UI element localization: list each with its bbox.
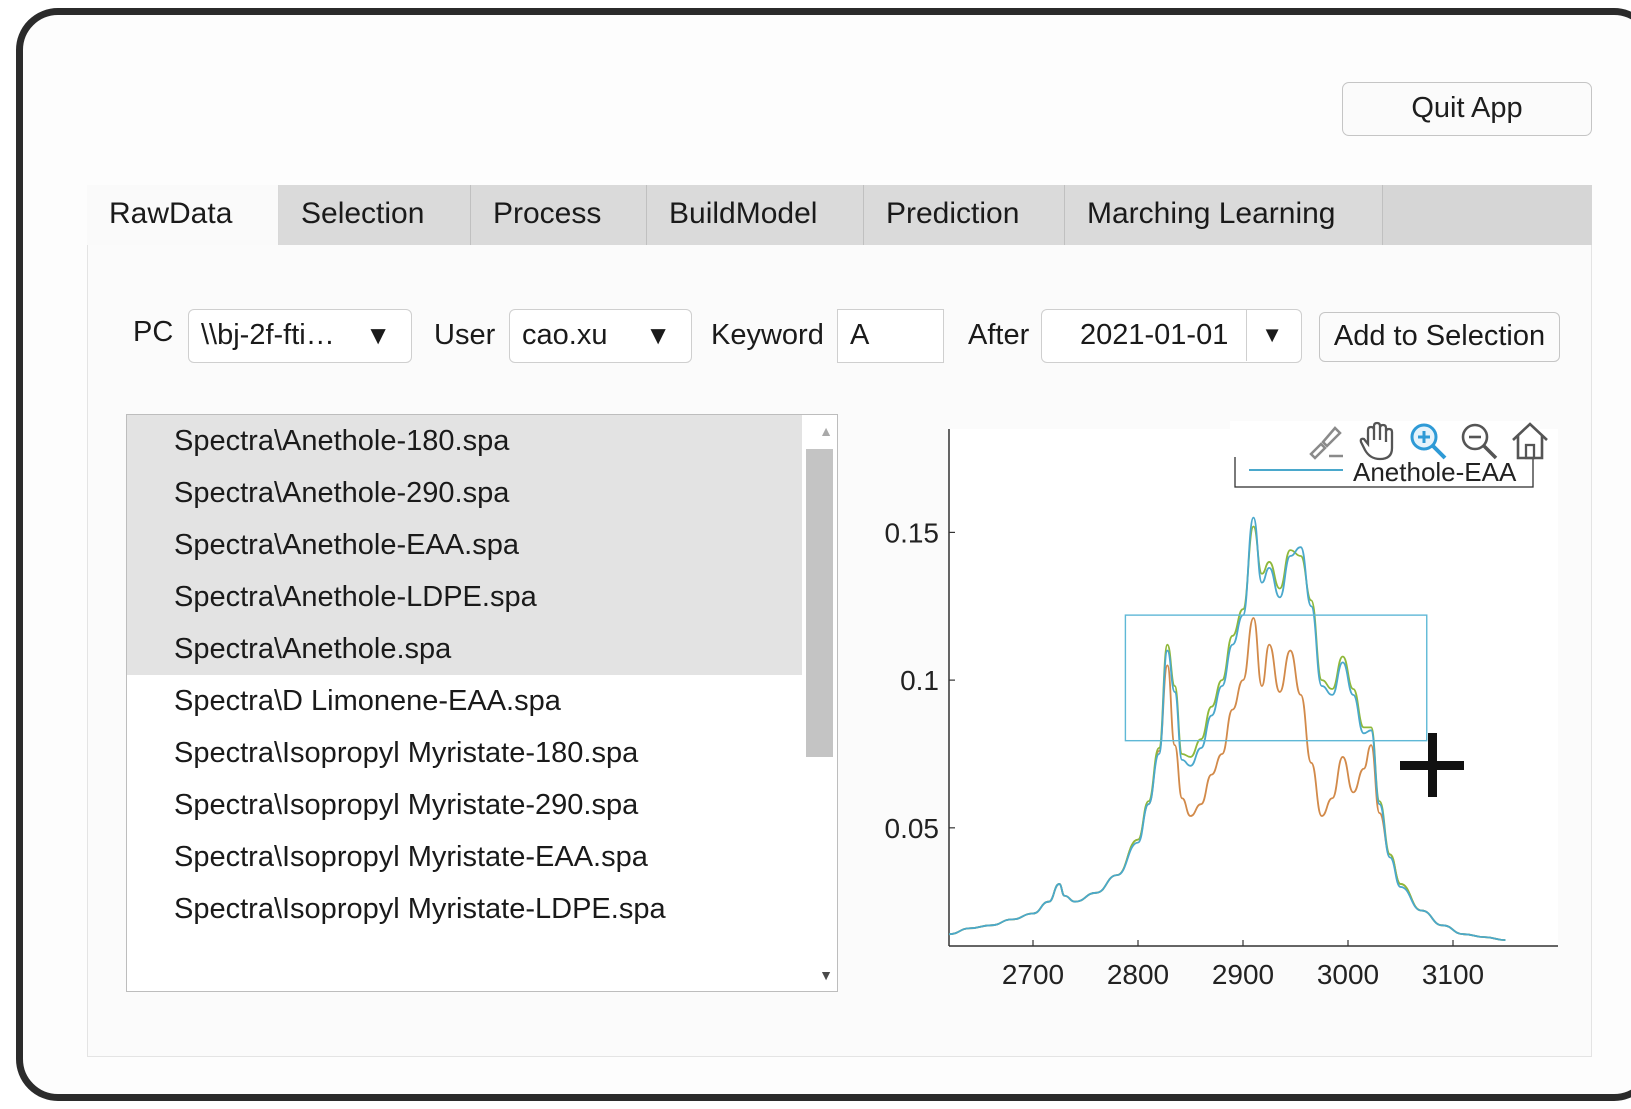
list-item[interactable]: Spectra\Isopropyl Myristate-290.spa bbox=[127, 779, 802, 831]
after-date-picker[interactable]: 2021-01-01 ▼ bbox=[1041, 309, 1302, 363]
keyword-input[interactable]: A bbox=[837, 309, 944, 363]
x-tick-label: 2800 bbox=[1107, 959, 1169, 990]
list-item[interactable]: Spectra\Isopropyl Myristate-EAA.spa bbox=[127, 831, 802, 883]
plot-area bbox=[949, 429, 1558, 946]
tab-bar: RawData Selection Process BuildModel Pre… bbox=[87, 185, 1592, 245]
list-item[interactable]: Spectra\Anethole-EAA.spa bbox=[127, 519, 802, 571]
pc-label: PC bbox=[133, 316, 174, 348]
user-value: cao.xu bbox=[522, 319, 608, 351]
keyword-label: Keyword bbox=[711, 319, 824, 351]
scroll-up-arrow-icon[interactable]: ▲ bbox=[819, 423, 833, 439]
scrollbar-thumb[interactable] bbox=[806, 449, 833, 757]
list-item[interactable]: Spectra\Anethole-180.spa bbox=[127, 415, 802, 467]
spectrum-chart[interactable]: 2700 2800 2900 3000 31000.050.10.15Anethole-… bbox=[862, 412, 1562, 1002]
after-date-value: 2021-01-01 bbox=[1080, 319, 1229, 351]
y-tick-label: 0.05 bbox=[885, 813, 940, 844]
list-item[interactable]: Spectra\Anethole-290.spa bbox=[127, 467, 802, 519]
y-tick-label: 0.1 bbox=[900, 665, 939, 696]
quit-app-button[interactable]: Quit App bbox=[1342, 82, 1592, 136]
pc-value: \\bj-2f-fti… bbox=[201, 319, 335, 351]
date-divider bbox=[1245, 310, 1247, 361]
tab-selection[interactable]: Selection bbox=[279, 185, 471, 245]
tab-process[interactable]: Process bbox=[471, 185, 647, 245]
home-icon[interactable] bbox=[1509, 420, 1551, 462]
crosshair-cursor-icon bbox=[1400, 733, 1464, 797]
pan-hand-icon[interactable] bbox=[1356, 420, 1398, 462]
x-tick-label: 2700 bbox=[1002, 959, 1064, 990]
calendar-dropdown-icon[interactable]: ▼ bbox=[1261, 310, 1283, 360]
x-tick-label: 3000 bbox=[1317, 959, 1379, 990]
list-item[interactable]: Spectra\Anethole.spa bbox=[127, 623, 802, 675]
brush-icon[interactable] bbox=[1305, 420, 1347, 462]
user-label: User bbox=[434, 319, 496, 351]
add-to-selection-button[interactable]: Add to Selection bbox=[1319, 312, 1560, 362]
list-item[interactable]: Spectra\Isopropyl Myristate-180.spa bbox=[127, 727, 802, 779]
after-label: After bbox=[968, 319, 1030, 351]
dropdown-arrow-icon: ▼ bbox=[365, 320, 391, 350]
list-item[interactable]: Spectra\D Limonene-EAA.spa bbox=[127, 675, 802, 727]
tab-prediction[interactable]: Prediction bbox=[864, 185, 1065, 245]
user-dropdown[interactable]: cao.xu ▼ bbox=[509, 309, 692, 363]
spectra-file-list[interactable]: Spectra\Anethole-180.spa Spectra\Anethol… bbox=[126, 414, 838, 992]
list-item[interactable]: Spectra\Isopropyl Myristate-LDPE.spa bbox=[127, 883, 802, 935]
tab-buildmodel[interactable]: BuildModel bbox=[647, 185, 864, 245]
pc-dropdown[interactable]: \\bj-2f-fti… ▼ bbox=[188, 309, 412, 363]
scroll-down-arrow-icon[interactable]: ▼ bbox=[819, 967, 833, 983]
x-tick-label: 2900 bbox=[1212, 959, 1274, 990]
list-item[interactable]: Spectra\Anethole-LDPE.spa bbox=[127, 571, 802, 623]
zoom-out-icon[interactable] bbox=[1458, 420, 1500, 462]
zoom-in-icon[interactable] bbox=[1407, 420, 1449, 462]
y-tick-label: 0.15 bbox=[885, 517, 940, 548]
x-tick-label: 3100 bbox=[1422, 959, 1484, 990]
tab-rawdata[interactable]: RawData bbox=[87, 185, 279, 245]
tab-marching-learning[interactable]: Marching Learning bbox=[1065, 185, 1383, 245]
dropdown-arrow-icon: ▼ bbox=[645, 320, 671, 350]
